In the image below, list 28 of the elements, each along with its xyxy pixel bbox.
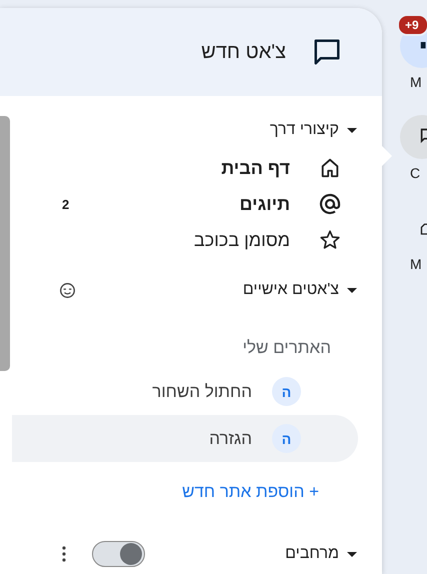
section-title: קיצורי דרך bbox=[270, 121, 339, 139]
site-item[interactable]: ה החתול השחור bbox=[12, 368, 358, 415]
more-options-icon[interactable] bbox=[62, 546, 66, 562]
rail-item[interactable]: M bbox=[397, 196, 427, 272]
unread-count: 2 bbox=[62, 196, 70, 212]
chat-bubble-icon bbox=[312, 37, 342, 67]
nav-item[interactable]: דף הבית bbox=[12, 150, 382, 186]
rail-label: M bbox=[409, 256, 423, 272]
new-chat-button[interactable]: צ'אט חדש bbox=[201, 37, 342, 67]
rail-label: M bbox=[409, 74, 423, 90]
section-header[interactable]: מרחבים bbox=[12, 534, 382, 574]
spaces-toggle-icon[interactable] bbox=[92, 541, 145, 567]
smiley-icon[interactable] bbox=[59, 282, 76, 298]
site-item[interactable]: ה הגזרה bbox=[12, 415, 358, 462]
section-title: צ'אטים אישיים bbox=[242, 281, 339, 299]
scrollbar[interactable] bbox=[0, 116, 10, 371]
section-header[interactable]: צ'אטים אישיים bbox=[12, 270, 382, 310]
nav-item[interactable]: מסומן בכוכב bbox=[12, 222, 382, 258]
section-title: מרחבים bbox=[285, 545, 339, 563]
site-avatar: ה bbox=[272, 377, 301, 406]
sites-heading: האתרים שלי bbox=[242, 337, 332, 359]
notification-badge: +9 bbox=[397, 14, 427, 36]
rail-label: C bbox=[409, 165, 422, 181]
at-sign-icon bbox=[318, 192, 342, 216]
add-site-link[interactable]: + הוספת אתר חדש bbox=[182, 472, 319, 512]
star-icon bbox=[318, 229, 342, 251]
site-avatar: ה bbox=[272, 424, 301, 453]
section-header[interactable]: קיצורי דרך bbox=[12, 110, 382, 150]
